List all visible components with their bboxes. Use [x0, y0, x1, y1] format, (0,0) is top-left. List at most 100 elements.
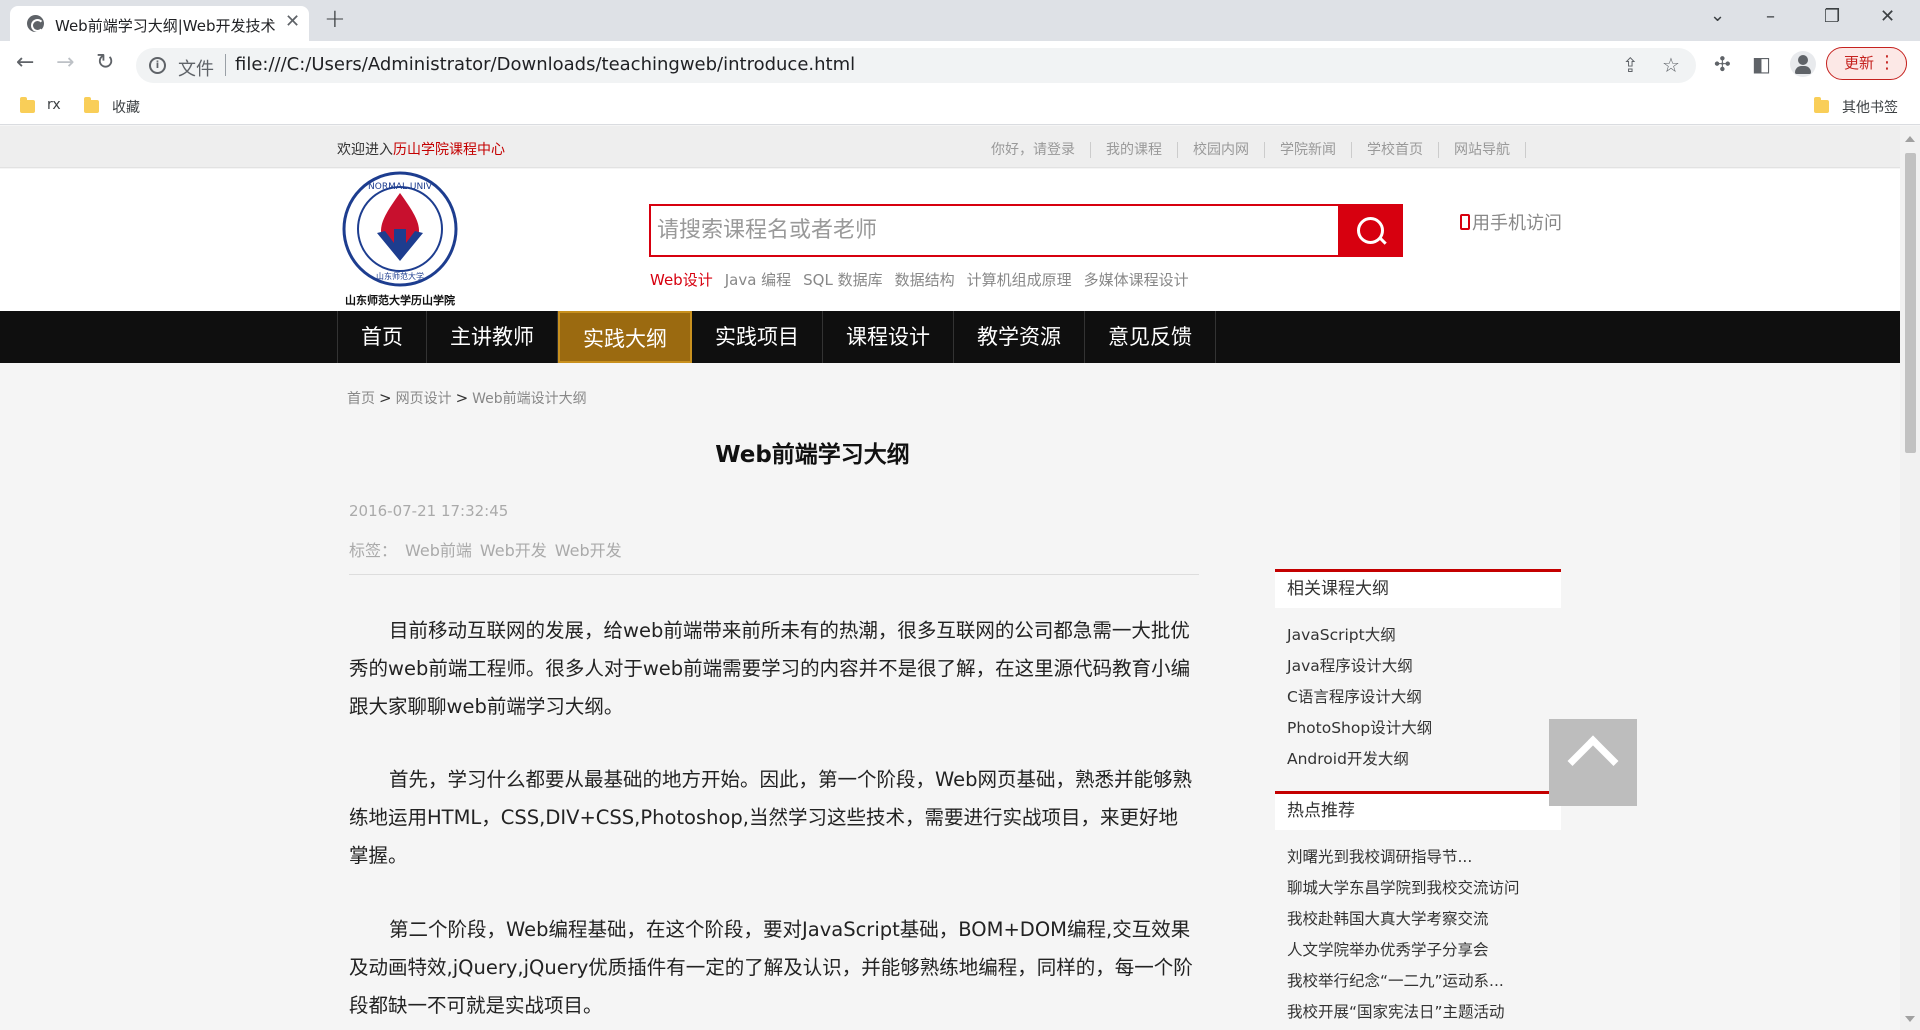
- close-window-icon[interactable]: ✕: [1880, 6, 1895, 27]
- nav-teachers[interactable]: 主讲教师: [427, 311, 558, 363]
- close-tab-icon[interactable]: ✕: [285, 11, 300, 32]
- school-home-link[interactable]: 学校首页: [1352, 142, 1439, 158]
- back-icon[interactable]: ←: [16, 50, 34, 75]
- tag[interactable]: Web前端: [405, 541, 472, 560]
- breadcrumb: 首页 > 网页设计 > Web前端设计大纲: [347, 388, 587, 408]
- folder-icon: [20, 97, 35, 113]
- nav-home[interactable]: 首页: [337, 311, 427, 363]
- article-date: 2016-07-21 17:32:45: [349, 502, 509, 520]
- hot-word[interactable]: Java 编程: [725, 271, 791, 289]
- new-tab-icon[interactable]: +: [324, 4, 346, 34]
- scroll-up-icon[interactable]: [1905, 136, 1915, 142]
- site-name-link[interactable]: 历山学院课程中心: [393, 142, 505, 158]
- related-course-link[interactable]: C语言程序设计大纲: [1287, 682, 1561, 713]
- chevron-up-icon: [1567, 735, 1619, 787]
- update-label: 更新: [1844, 54, 1875, 72]
- hot-recommend-panel: 热点推荐 刘曙光到我校调研指导节... 聊城大学东昌学院到我校交流访问 我校赴韩…: [1275, 791, 1561, 1028]
- hot-search-words: Web设计 Java 编程 SQL 数据库 数据结构 计算机组成原理 多媒体课程设计: [650, 269, 1201, 290]
- search-button[interactable]: [1340, 204, 1403, 257]
- article-paragraph: 首先，学习什么都要从最基础的地方开始。因此，第一个阶段，Web网页基础，熟悉并能…: [349, 768, 1193, 867]
- nav-practice-outline[interactable]: 实践大纲: [558, 311, 692, 363]
- update-button[interactable]: 更新 ⋮: [1826, 47, 1907, 80]
- hot-word[interactable]: SQL 数据库: [803, 271, 882, 289]
- site-header: NORMAL UNIV 山东师范大学 山东师范大学历山学院 Web设计 Java …: [0, 169, 1900, 311]
- nav-feedback[interactable]: 意见反馈: [1085, 311, 1216, 363]
- welcome-text: 欢迎进入历山学院课程中心: [337, 139, 505, 159]
- back-to-top-button[interactable]: [1549, 719, 1637, 806]
- nav-course-design[interactable]: 课程设计: [823, 311, 954, 363]
- my-courses-link[interactable]: 我的课程: [1091, 142, 1178, 158]
- university-logo[interactable]: NORMAL UNIV 山东师范大学 山东师范大学历山学院: [337, 171, 463, 307]
- hot-news-link[interactable]: 刘曙光到我校调研指导节...: [1287, 842, 1561, 873]
- star-icon[interactable]: ☆: [1662, 53, 1680, 77]
- tag[interactable]: Web开发: [480, 541, 547, 560]
- info-icon[interactable]: i: [149, 57, 166, 74]
- mobile-access-link[interactable]: 用手机访问: [1460, 209, 1562, 235]
- article-tags: 标签： Web前端 Web开发 Web开发: [349, 537, 630, 561]
- site-nav-link[interactable]: 网站导航: [1439, 142, 1526, 158]
- menu-dots-icon[interactable]: ⋮: [1878, 48, 1896, 78]
- hot-news-link[interactable]: 人文学院举办优秀学子分享会: [1287, 935, 1561, 966]
- mobile-label: 用手机访问: [1472, 213, 1562, 234]
- scroll-thumb[interactable]: [1905, 153, 1916, 453]
- page-scrollbar[interactable]: [1900, 126, 1920, 1030]
- other-bookmarks[interactable]: 其他书签: [1842, 97, 1898, 117]
- login-link[interactable]: 你好，请登录: [976, 142, 1091, 158]
- url-text[interactable]: file:///C:/Users/Administrator/Downloads…: [235, 54, 855, 75]
- browser-tab[interactable]: Web前端学习大纲|Web开发技术 ✕: [10, 6, 309, 41]
- profile-avatar-icon[interactable]: [1790, 51, 1816, 77]
- bookmark-rx[interactable]: rx: [47, 97, 61, 113]
- breadcrumb-web-design[interactable]: 网页设计: [396, 391, 452, 407]
- news-link[interactable]: 学院新闻: [1265, 142, 1352, 158]
- minimize-icon[interactable]: –: [1766, 6, 1775, 27]
- search-box: [649, 204, 1340, 257]
- tag[interactable]: Web开发: [555, 541, 622, 560]
- tab-title: Web前端学习大纲|Web开发技术: [55, 17, 276, 35]
- hot-news-link[interactable]: 我校举行纪念“一二九”运动系...: [1287, 966, 1561, 997]
- article-title: Web前端学习大纲: [715, 442, 910, 468]
- hot-news-link[interactable]: 我校开展“国家宪法日”主题活动: [1287, 997, 1561, 1028]
- tab-search-icon[interactable]: ⌄: [1710, 5, 1725, 26]
- browser-tab-bar: Web前端学习大纲|Web开发技术 ✕ + ⌄ – ❐ ✕: [0, 0, 1920, 41]
- hot-word[interactable]: 计算机组成原理: [967, 271, 1072, 289]
- related-course-link[interactable]: JavaScript大纲: [1287, 620, 1561, 651]
- web-page: 欢迎进入历山学院课程中心 你好，请登录 我的课程 校园内网 学院新闻 学校首页 网站导航 …: [0, 126, 1900, 1030]
- side-panel-icon[interactable]: ◧: [1752, 52, 1771, 76]
- address-bar[interactable]: i 文件 file:///C:/Users/Administrator/Down…: [136, 48, 1696, 83]
- site-top-bar: 欢迎进入历山学院课程中心 你好，请登录 我的课程 校园内网 学院新闻 学校首页 网站导航: [0, 126, 1900, 168]
- browser-toolbar: ← → ↻ i 文件 file:///C:/Users/Administrato…: [0, 41, 1920, 89]
- search-icon-handle: [1378, 236, 1387, 245]
- related-course-link[interactable]: Android开发大纲: [1287, 744, 1561, 775]
- reload-icon[interactable]: ↻: [96, 50, 114, 75]
- scroll-down-icon[interactable]: [1905, 1016, 1915, 1022]
- nav-practice-projects[interactable]: 实践项目: [692, 311, 823, 363]
- related-courses-panel: 相关课程大纲 JavaScript大纲 Java程序设计大纲 C语言程序设计大纲…: [1275, 569, 1561, 775]
- breadcrumb-separator: >: [379, 389, 392, 407]
- globe-icon: [27, 15, 44, 32]
- phone-icon: [1460, 214, 1470, 230]
- related-course-link[interactable]: PhotoShop设计大纲: [1287, 713, 1561, 744]
- hot-news-link[interactable]: 我校赴韩国大真大学考察交流: [1287, 904, 1561, 935]
- separator: [225, 54, 226, 76]
- hot-recommend-title: 热点推荐: [1275, 791, 1561, 830]
- nav-resources[interactable]: 教学资源: [954, 311, 1085, 363]
- search-input[interactable]: [651, 206, 1336, 255]
- bookmarks-bar: rx 收藏 其他书签: [0, 89, 1920, 125]
- extensions-icon[interactable]: ✣: [1714, 52, 1731, 76]
- bookmark-favorites[interactable]: 收藏: [112, 97, 140, 117]
- related-course-link[interactable]: Java程序设计大纲: [1287, 651, 1561, 682]
- folder-icon: [1814, 97, 1829, 113]
- intranet-link[interactable]: 校园内网: [1178, 142, 1265, 158]
- main-nav: 首页 主讲教师 实践大纲 实践项目 课程设计 教学资源 意见反馈: [0, 311, 1900, 363]
- forward-icon[interactable]: →: [56, 50, 74, 75]
- welcome-prefix: 欢迎进入: [337, 142, 393, 158]
- share-icon[interactable]: ⇪: [1622, 53, 1639, 77]
- file-label: 文件: [178, 59, 214, 80]
- hot-word[interactable]: 数据结构: [895, 271, 955, 289]
- hot-word[interactable]: Web设计: [650, 271, 713, 289]
- breadcrumb-home[interactable]: 首页: [347, 391, 375, 407]
- restore-icon[interactable]: ❐: [1824, 6, 1840, 27]
- tags-label: 标签：: [349, 541, 398, 560]
- hot-news-link[interactable]: 聊城大学东昌学院到我校交流访问: [1287, 873, 1561, 904]
- hot-word[interactable]: 多媒体课程设计: [1084, 271, 1189, 289]
